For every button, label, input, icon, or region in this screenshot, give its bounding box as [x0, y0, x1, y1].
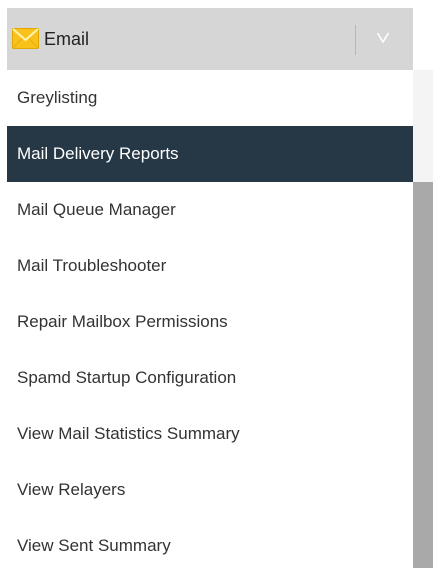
- menu-item-spamd-startup-configuration[interactable]: Spamd Startup Configuration: [7, 350, 413, 406]
- scrollbar-thumb[interactable]: [413, 182, 433, 568]
- email-section-header[interactable]: Email: [7, 8, 413, 70]
- menu-item-view-relayers[interactable]: View Relayers: [7, 462, 413, 518]
- header-divider: [355, 25, 356, 55]
- section-title: Email: [44, 29, 90, 49]
- collapse-toggle-button[interactable]: [367, 24, 399, 54]
- menu-item-mail-queue-manager[interactable]: Mail Queue Manager: [7, 182, 413, 238]
- email-menu-panel: Email Greylisting Mail Delivery Reports Ma…: [0, 0, 433, 568]
- email-menu-list: Greylisting Mail Delivery Reports Mail Que…: [7, 70, 413, 568]
- menu-item-greylisting[interactable]: Greylisting: [7, 70, 413, 126]
- menu-item-view-sent-summary[interactable]: View Sent Summary: [7, 518, 413, 568]
- menu-item-view-mail-statistics-summary[interactable]: View Mail Statistics Summary: [7, 406, 413, 462]
- menu-item-repair-mailbox-permissions[interactable]: Repair Mailbox Permissions: [7, 294, 413, 350]
- menu-item-mail-delivery-reports[interactable]: Mail Delivery Reports: [7, 126, 413, 182]
- envelope-icon: [12, 28, 39, 49]
- chevron-down-icon: [376, 30, 390, 49]
- menu-item-mail-troubleshooter[interactable]: Mail Troubleshooter: [7, 238, 413, 294]
